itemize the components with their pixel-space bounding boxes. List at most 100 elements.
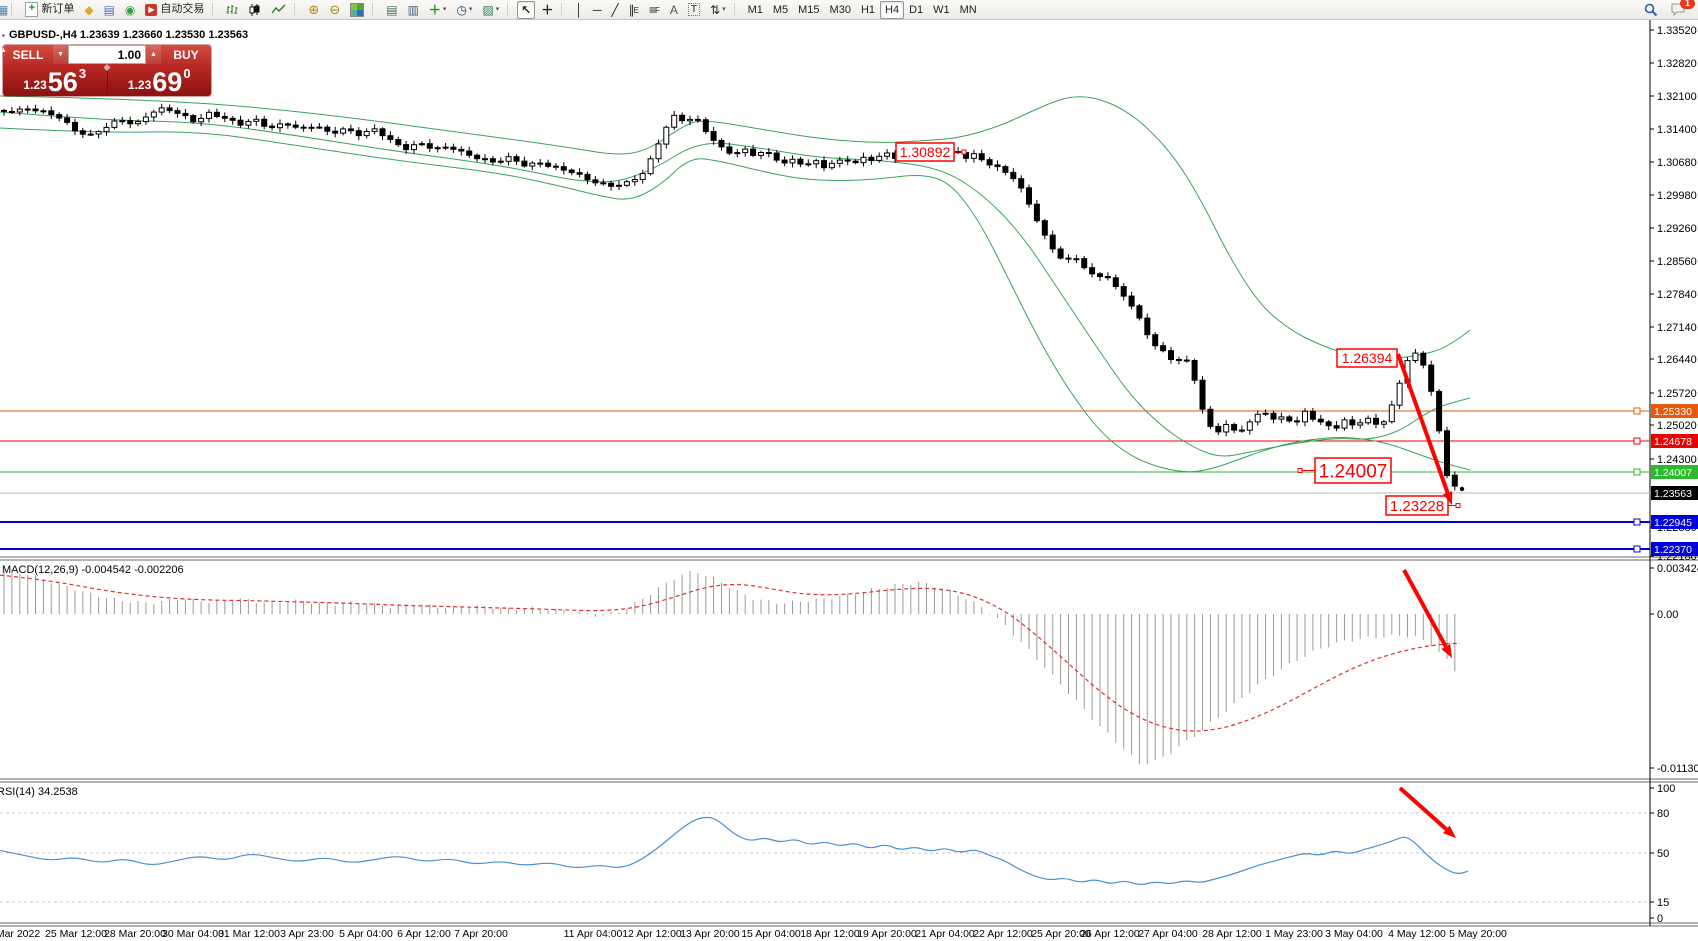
volume-up-button[interactable]: ▲ [146, 45, 161, 64]
timeframe-button-m5[interactable]: M5 [768, 1, 793, 19]
timeframe-button-h1[interactable]: H1 [856, 1, 880, 19]
auto-trading-icon: ▶ [145, 4, 157, 16]
annotation-price-label[interactable]: 1.24007 [1298, 458, 1391, 483]
text-label-tool-button[interactable]: T [684, 1, 704, 19]
profile-button[interactable]: ▤ [100, 1, 119, 19]
svg-text:19 Apr 20:00: 19 Apr 20:00 [857, 928, 917, 940]
one-click-collapse-icon[interactable]: ▲ [0, 47, 7, 54]
cursor-tool-button[interactable]: ↖ [517, 1, 535, 19]
price-level-line[interactable] [0, 438, 1650, 444]
pane-splitter[interactable] [0, 923, 1698, 926]
notifications-button[interactable]: 1 [1667, 1, 1690, 19]
toolbar-grip[interactable] [507, 3, 512, 16]
pane-splitter[interactable] [0, 557, 1698, 560]
price-level-line[interactable] [0, 519, 1650, 525]
clock-icon: ◷ [456, 4, 466, 16]
svg-text:4 May 12:00: 4 May 12:00 [1388, 928, 1446, 940]
volume-down-button[interactable]: ▼ [53, 45, 68, 64]
svg-text:1.26394: 1.26394 [1342, 350, 1393, 366]
price-level-line[interactable] [0, 546, 1650, 552]
arrows-tool-button[interactable]: ⇅ ▾ [706, 1, 730, 19]
sell-price-small: 1.23 [23, 78, 46, 92]
candlestick-icon [249, 4, 262, 16]
add-indicator-button[interactable]: ＋ ▾ [425, 1, 451, 19]
indicator-list-icon: ▥ [408, 4, 419, 16]
annotation-arrow[interactable] [1404, 570, 1452, 658]
timeframe-button-w1[interactable]: W1 [928, 1, 955, 19]
candlestick-button[interactable] [245, 1, 266, 19]
auto-trading-button[interactable]: ▶ 自动交易 [141, 1, 208, 19]
svg-text:1 May 23:00: 1 May 23:00 [1265, 928, 1323, 940]
price-tag: 1.24007 [1651, 465, 1698, 479]
sell-button[interactable]: SELL [3, 45, 53, 64]
profile-icon: ▤ [104, 4, 115, 16]
toolbar-grip[interactable] [212, 3, 217, 16]
svg-text:1.23563: 1.23563 [1654, 488, 1692, 500]
indicator-list-button[interactable]: ▥ [404, 1, 423, 19]
toolbar: ▦ + 新订单 ◆ ▤ ◉ ▶ 自动交易 [0, 0, 1698, 20]
toolbar-grip[interactable] [372, 3, 377, 16]
macd-label: MACD(12,26,9) -0.004542 -0.002206 [2, 564, 184, 576]
fibonacci-tool-button[interactable]: ≡ F [645, 1, 664, 19]
timeframe-button-m15[interactable]: M15 [793, 1, 824, 19]
vertical-line-tool-button[interactable]: │ [571, 1, 587, 19]
styler-button[interactable]: ◆ [80, 1, 97, 19]
text-tool-button[interactable]: A [666, 1, 682, 19]
svg-text:1.22370: 1.22370 [1654, 544, 1692, 556]
chart-window-icon[interactable]: ▦ [0, 4, 8, 16]
annotation-price-label[interactable]: 1.30892 [896, 143, 966, 161]
sell-price[interactable]: 1.23 56 3 [3, 64, 108, 96]
price-level-line[interactable] [0, 469, 1650, 475]
timeframe-button-m30[interactable]: M30 [825, 1, 856, 19]
svg-text:100: 100 [1657, 783, 1675, 795]
time-scale[interactable]: Mar 202225 Mar 12:0028 Mar 20:0030 Mar 0… [0, 928, 1507, 940]
svg-text:15: 15 [1657, 897, 1669, 909]
zoom-out-button[interactable]: ⊖ [325, 1, 344, 19]
timeframe-menu-button[interactable]: ◷ ▾ [452, 1, 476, 19]
toolbar-grip[interactable] [734, 3, 739, 16]
notification-badge: 1 [1680, 0, 1695, 9]
signals-button[interactable]: ◉ [121, 1, 139, 19]
template-button[interactable]: ▨ ▾ [478, 1, 503, 19]
svg-text:80: 80 [1657, 808, 1669, 820]
horizontal-line-tool-button[interactable]: ─ [589, 1, 606, 19]
svg-text:0.00: 0.00 [1657, 609, 1678, 621]
toolbar-grip[interactable] [561, 3, 566, 16]
rsi-label: RSI(14) 34.2538 [0, 786, 78, 798]
timeframe-button-h4[interactable]: H4 [880, 1, 904, 19]
chevron-down-icon: ▾ [443, 2, 447, 17]
timeframe-button-m1[interactable]: M1 [743, 1, 768, 19]
line-chart-button[interactable] [268, 1, 290, 19]
channel-tool-button[interactable]: ∥ E [625, 1, 643, 19]
buy-button[interactable]: BUY [161, 45, 211, 64]
timeframe-button-d1[interactable]: D1 [904, 1, 928, 19]
toolbar-grip[interactable] [294, 3, 299, 16]
annotation-price-label[interactable]: 1.26394 [1337, 349, 1397, 367]
symbol-window-icon[interactable]: ▪ [2, 31, 5, 40]
new-order-button[interactable]: + 新订单 [21, 1, 78, 19]
crosshair-tool-button[interactable]: ＋ [537, 1, 557, 19]
template-icon: ▨ [482, 4, 493, 16]
zoom-in-button[interactable]: ⊕ [304, 1, 323, 19]
svg-text:5 Apr 04:00: 5 Apr 04:00 [339, 928, 393, 940]
chevron-down-icon: ▾ [496, 2, 500, 17]
price-scale[interactable]: 1.335201.328201.321001.314001.306801.299… [1650, 25, 1697, 563]
price-level-line[interactable] [0, 408, 1650, 414]
annotation-arrow[interactable] [1398, 354, 1452, 505]
styler-icon: ◆ [84, 4, 93, 16]
svg-text:1.25720: 1.25720 [1657, 388, 1697, 400]
signal-icon: ◉ [125, 4, 135, 16]
svg-text:12 Apr 12:00: 12 Apr 12:00 [622, 928, 682, 940]
trendline-tool-button[interactable]: ╱ [607, 1, 622, 19]
tile-windows-button[interactable] [346, 1, 368, 19]
sell-price-sup: 3 [79, 66, 86, 81]
bar-chart-button[interactable] [222, 1, 243, 19]
pane-splitter[interactable] [0, 779, 1698, 782]
toolbar-grip[interactable] [11, 3, 16, 16]
timeframe-button-mn[interactable]: MN [955, 1, 982, 19]
svg-text:7 Apr 20:00: 7 Apr 20:00 [454, 928, 508, 940]
volume-input[interactable]: 1.00 [68, 45, 146, 64]
buy-price[interactable]: 1.23 69 0 [108, 64, 212, 96]
data-window-button[interactable]: ▤ [382, 1, 401, 19]
search-button[interactable] [1640, 1, 1662, 19]
